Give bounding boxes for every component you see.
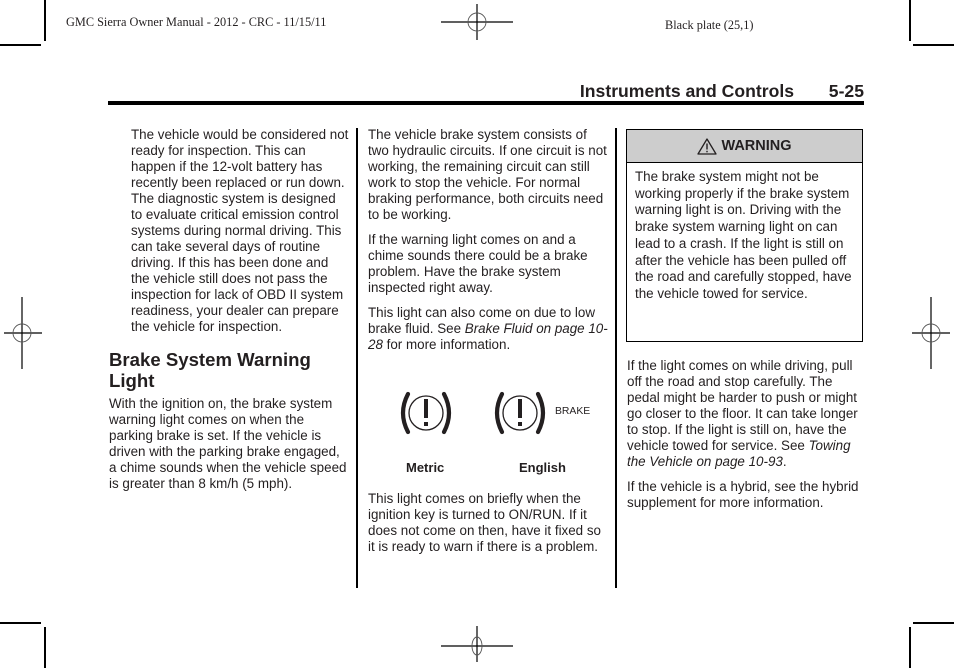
warning-header: WARNING <box>627 130 862 163</box>
column-1: The vehicle would be considered not read… <box>109 127 349 501</box>
chapter-title: Instruments and Controls <box>579 81 794 101</box>
crop-mark-top-left-h <box>0 44 41 46</box>
column-3: If the light comes on while driving, pul… <box>627 358 865 520</box>
warning-triangle-icon <box>697 137 718 155</box>
section-heading: Brake System Warning Light <box>109 349 311 391</box>
english-label: English <box>519 460 566 475</box>
registration-mark-left <box>4 297 42 369</box>
paragraph-hybrid: If the vehicle is a hybrid, see the hybr… <box>627 479 859 510</box>
intro-paragraph: The vehicle would be considered not read… <box>131 127 349 334</box>
brake-warning-metric-icon <box>400 391 452 435</box>
crop-mark-bottom-left-v <box>44 627 46 668</box>
slug-right: Black plate (25,1) <box>665 18 754 32</box>
warning-body: The brake system might not be working pr… <box>635 169 852 301</box>
brake-warning-icons: BRAKE Metric English <box>380 388 610 478</box>
crop-mark-top-right-v <box>909 0 911 41</box>
page-number: 5-25 <box>828 81 864 101</box>
registration-mark-bottom <box>441 626 513 662</box>
column-divider-2 <box>615 128 617 588</box>
brake-text: BRAKE <box>555 406 591 417</box>
paragraph-light-while-driving: If the light comes on while driving, pul… <box>627 358 858 469</box>
paragraph-chime: If the warning light comes on and a chim… <box>368 232 588 295</box>
registration-mark-right <box>912 297 950 369</box>
running-head: Instruments and Controls 5-25 <box>110 81 864 102</box>
brake-warning-english-icon <box>494 391 546 435</box>
metric-label: Metric <box>406 460 445 475</box>
header-rule <box>108 101 864 105</box>
column-2: The vehicle brake system consists of two… <box>368 127 608 362</box>
crop-mark-bottom-right-v <box>909 627 911 668</box>
crop-mark-top-right-h <box>913 44 954 46</box>
crop-mark-top-left-v <box>44 0 46 41</box>
crop-mark-bottom-right-h <box>913 622 954 624</box>
slug-left: GMC Sierra Owner Manual - 2012 - CRC - 1… <box>66 15 327 29</box>
paragraph-briefly-on: This light comes on briefly when the ign… <box>368 491 601 554</box>
crop-mark-bottom-left-h <box>0 622 41 624</box>
warning-box: WARNING The brake system might not be wo… <box>626 129 863 342</box>
section-paragraph: With the ignition on, the brake system w… <box>109 396 347 491</box>
paragraph-hydraulic-circuits: The vehicle brake system consists of two… <box>368 127 607 222</box>
warning-title: WARNING <box>721 138 792 154</box>
paragraph-brake-fluid: This light can also come on due to low b… <box>368 305 608 352</box>
column-divider-1 <box>356 128 358 588</box>
registration-mark-top <box>441 4 513 40</box>
